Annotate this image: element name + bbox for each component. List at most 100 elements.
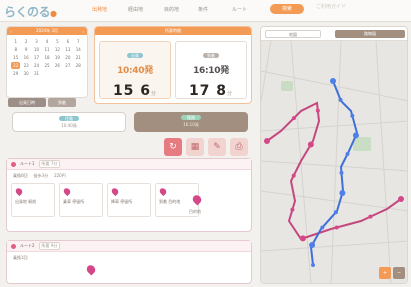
map-stop-marker[interactable] [299,235,306,242]
map-stop-marker[interactable] [291,116,296,121]
map-svg [261,40,407,283]
calendar-day[interactable]: 24 [32,62,41,69]
map-stop-marker[interactable] [352,132,359,139]
route-transfers: 乗換1回 [13,255,28,260]
calendar-day[interactable]: 8 [11,46,20,53]
calendar-day[interactable]: 30 [21,70,30,77]
calendar-day[interactable]: 4 [42,38,51,45]
route-card[interactable]: ルート2 所要 9分 乗換1回 [6,240,252,284]
edit-icon[interactable]: ✎ [208,138,226,156]
segment-pill: 復路 [181,115,201,120]
departure-datetime-button[interactable]: 出発日時 [8,98,46,107]
app-logo[interactable]: らくのる● [4,3,57,20]
map-stop-marker[interactable] [339,190,346,197]
calendar-day[interactable]: 23 [21,62,30,69]
time-card-badge: 到着 [203,53,219,58]
calendar-day[interactable]: 14 [74,46,83,53]
calendar-day[interactable]: 5 [53,38,62,45]
calendar-day[interactable]: 19 [53,54,62,61]
map-canvas[interactable]: + − [261,40,407,283]
time-card-return[interactable]: 到着 16:10発 17 8分 [175,41,247,99]
refresh-icon[interactable]: ↻ [164,138,182,156]
calendar-day[interactable]: 31 [32,70,41,77]
nav-item-destination[interactable]: 目的地 [164,6,179,13]
route-card[interactable]: ルート1 所要 7分 乗換0回 徒歩3分 220円 出発地 駅前 乗車 停留所 … [6,158,252,232]
calendar-day[interactable]: 18 [42,54,51,61]
map-stop-marker[interactable] [264,138,270,144]
calendar-day[interactable]: 25 [42,62,51,69]
map-stop-marker[interactable] [350,113,355,118]
time-card-outbound[interactable]: 出発 10:40発 15 6分 [99,41,171,99]
guide-link[interactable]: ご利用ガイド [316,3,346,10]
calendar-day[interactable]: 16 [21,54,30,61]
segment-pill: 往路 [59,116,79,121]
time-card-value: 17 8分 [188,83,234,99]
calendar-day[interactable]: 29 [11,70,20,77]
stop-card[interactable]: 出発地 駅前 [11,183,55,217]
calendar-day[interactable]: 3 [32,38,41,45]
map-stop-marker[interactable] [368,214,373,219]
map-stop-marker[interactable] [290,207,295,212]
calendar-day[interactable]: 20 [63,54,72,61]
search-button[interactable]: 検索 [270,4,304,14]
map-stop-marker[interactable] [345,151,350,156]
tab-map[interactable]: 地図 [265,30,321,38]
map-tabs: 地図 路線図 [261,27,407,41]
calendar-panel: ‹ 2024年 3月 › 1 2 3 4 5 6 7 8 9 10 11 12 13 14 15 16 17 18… [6,26,88,98]
calendar-day[interactable]: 15 [11,54,20,61]
route-stops: 出発地 駅前 乗車 停留所 降車 停留所 到着 目的地 [11,183,199,217]
nav-item-route[interactable]: ルート [232,6,247,13]
nav-item-departure[interactable]: 出発地 [92,6,107,13]
map-stop-marker[interactable] [291,173,296,178]
calendar-day[interactable]: 13 [63,46,72,53]
route-title: ルート2 [20,243,35,248]
time-card-time: 10:40発 [117,66,153,76]
calendar-day[interactable]: 7 [74,38,83,45]
segment-sub: 10:40発 [61,123,77,128]
map-stop-marker[interactable] [311,263,315,267]
calendar-next-icon[interactable]: › [82,29,84,34]
map-stop-marker[interactable] [315,108,320,113]
calendar-day[interactable]: 27 [63,62,72,69]
route-card-header: ルート2 所要 9分 [7,241,251,252]
map-parks [281,81,371,151]
route-title: ルート1 [20,161,35,166]
calendar-day[interactable]: 12 [53,46,62,53]
calendar-month-label: 2024年 3月 [36,28,58,33]
calendar-day[interactable]: 17 [32,54,41,61]
nav-item-via[interactable]: 経由地 [128,6,143,13]
arrival-button[interactable]: 到着 [48,98,76,107]
calendar-day[interactable]: 6 [63,38,72,45]
calendar-day[interactable]: 9 [21,46,30,53]
segment-return-tab[interactable]: 復路 16:10発 [134,112,248,132]
calendar-header: ‹ 2024年 3月 › [7,27,87,35]
map-stop-marker[interactable] [339,170,344,175]
calendar-icon[interactable]: ▦ [186,138,204,156]
map-stop-marker[interactable] [338,97,343,102]
tab-route-map[interactable]: 路線図 [335,30,405,38]
time-card-value: 15 6分 [112,83,158,99]
map-stop-marker[interactable] [333,210,338,215]
stop-card[interactable]: 降車 停留所 [107,183,151,217]
nav-item-conditions[interactable]: 条件 [198,6,208,13]
zoom-in-button[interactable]: + [379,267,391,279]
segment-outbound-tab[interactable]: 往路 10:40発 [12,112,126,132]
print-icon[interactable]: ⎙ [230,138,248,156]
calendar-day[interactable]: 11 [42,46,51,53]
zoom-out-button[interactable]: − [393,267,405,279]
calendar-day[interactable]: 28 [74,62,83,69]
calendar-day[interactable]: 1 [11,38,20,45]
map-stop-marker[interactable] [320,225,325,230]
calendar-day[interactable]: 26 [53,62,62,69]
map-stop-marker[interactable] [330,78,336,84]
calendar-day[interactable]: 10 [32,46,41,53]
calendar-prev-icon[interactable]: ‹ [10,29,12,34]
calendar-day[interactable]: 2 [21,38,30,45]
calendar-day[interactable]: 21 [74,54,83,61]
map-stop-marker[interactable] [309,242,316,249]
map-stop-marker[interactable] [307,141,314,148]
map-stop-marker[interactable] [398,196,404,202]
calendar-day[interactable]: 22 [11,62,21,69]
map-stop-marker[interactable] [334,225,339,230]
stop-card[interactable]: 乗車 停留所 [59,183,103,217]
